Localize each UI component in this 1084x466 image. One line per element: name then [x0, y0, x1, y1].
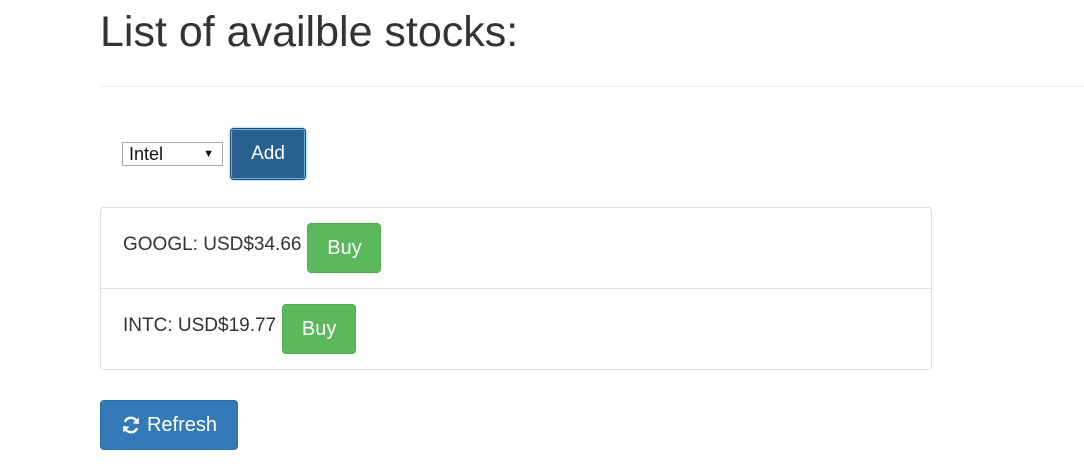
page-title: List of availble stocks: [100, 8, 519, 56]
stock-price-text: INTC: USD$19.77 [123, 315, 277, 336]
refresh-button[interactable]: Refresh [100, 400, 238, 450]
buy-button[interactable]: Buy [307, 223, 382, 273]
buy-button[interactable]: Buy [282, 304, 357, 354]
list-item: GOOGL: USD$34.66 Buy [101, 208, 931, 288]
stock-list: GOOGL: USD$34.66 Buy INTC: USD$19.77 Buy [100, 207, 932, 370]
add-stock-form: Intel ▼ Add [122, 128, 306, 180]
refresh-label: Refresh [146, 414, 218, 436]
stock-select[interactable]: Intel ▼ [122, 142, 223, 166]
stock-price-text: GOOGL: USD$34.66 [123, 234, 302, 255]
add-button[interactable]: Add [230, 128, 306, 180]
title-divider [100, 86, 1084, 87]
refresh-icon [121, 415, 141, 435]
stock-select-value: Intel [129, 144, 164, 164]
chevron-down-icon: ▼ [203, 148, 214, 160]
list-item: INTC: USD$19.77 Buy [101, 288, 931, 369]
